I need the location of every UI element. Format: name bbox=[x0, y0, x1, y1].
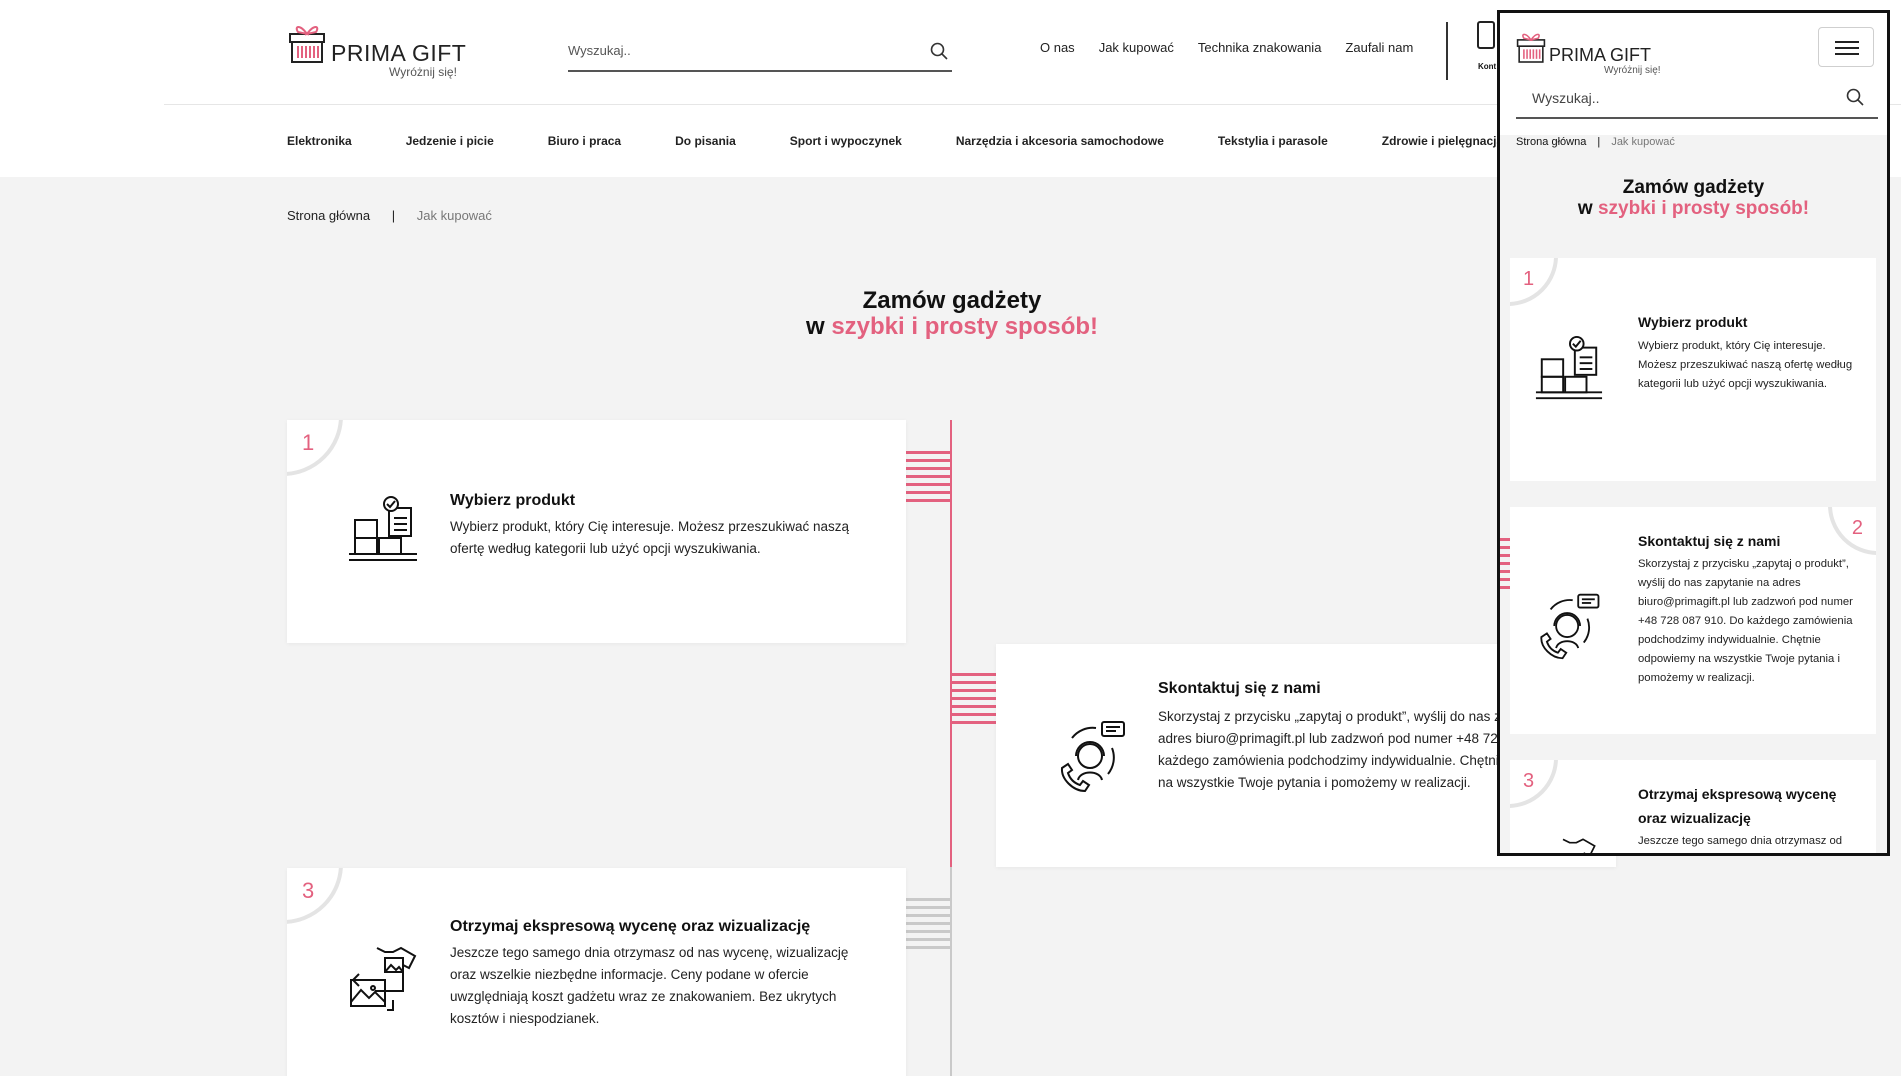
gift-logo-icon bbox=[289, 26, 325, 63]
step-number: 1 bbox=[302, 430, 315, 455]
search-bar bbox=[568, 32, 952, 72]
support-agent-icon bbox=[1540, 593, 1600, 660]
category-navigation: Elektronika Jedzenie i picie Biuro i pra… bbox=[287, 134, 1557, 148]
breadcrumb-separator: | bbox=[391, 208, 396, 223]
boxes-checklist-icon bbox=[1535, 335, 1603, 400]
timeline-connector-3 bbox=[906, 898, 950, 954]
nav-link-marking-technique[interactable]: Technika znakowania bbox=[1198, 40, 1322, 55]
breadcrumb: Strona główna | Jak kupować bbox=[287, 208, 492, 223]
step-description: Wybierz produkt, który Cię interesuje. M… bbox=[450, 519, 850, 556]
search-icon[interactable] bbox=[930, 42, 948, 60]
step-title: Wybierz produkt bbox=[450, 492, 576, 509]
hamburger-menu-button[interactable] bbox=[1818, 27, 1874, 67]
category-electronics[interactable]: Elektronika bbox=[287, 134, 352, 148]
breadcrumb-separator: | bbox=[1597, 136, 1601, 148]
search-input[interactable] bbox=[568, 32, 908, 68]
step-card-1: 1 Wybierz produkt Wybierz produkt, który… bbox=[287, 420, 906, 643]
step-description: Jeszcze tego samego dnia otrzymasz od na… bbox=[450, 945, 849, 1026]
timeline-connector-1 bbox=[906, 451, 950, 507]
header-divider bbox=[1446, 22, 1448, 80]
step-number: 3 bbox=[302, 878, 315, 903]
step-corner-decoration bbox=[287, 868, 343, 924]
support-agent-icon bbox=[1060, 721, 1125, 793]
mobile-search-bar bbox=[1516, 79, 1878, 119]
breadcrumb-home[interactable]: Strona główna bbox=[1516, 136, 1586, 148]
category-food-drink[interactable]: Jedzenie i picie bbox=[406, 134, 494, 148]
timeline-connector-2 bbox=[952, 673, 996, 729]
brand-name: PRIMA GIFT bbox=[331, 40, 467, 66]
tshirt-image-icon bbox=[1562, 838, 1596, 853]
page-title-highlight: szybki i prosty sposób! bbox=[831, 313, 1099, 340]
category-textiles-umbrellas[interactable]: Tekstylia i parasole bbox=[1218, 134, 1328, 148]
mobile-brand-name: PRIMA GIFT bbox=[1549, 45, 1652, 65]
gift-logo-icon bbox=[1516, 33, 1546, 63]
mobile-step-card-3: 3 Otrzymaj ekspresową wycenę oraz wizual… bbox=[1510, 760, 1876, 853]
step-title: Skontaktuj się z nami bbox=[1158, 680, 1321, 697]
page-title-line1: Zamów gadżety bbox=[862, 287, 1042, 314]
mobile-brand-logo[interactable]: PRIMA GIFT Wyróżnij się! bbox=[1516, 21, 1696, 76]
nav-link-about[interactable]: O nas bbox=[1040, 40, 1075, 55]
category-tools-car[interactable]: Narzędzia i akcesoria samochodowe bbox=[956, 134, 1164, 148]
contact-label: Kont bbox=[1478, 62, 1497, 71]
nav-link-how-to-buy[interactable]: Jak kupować bbox=[1099, 40, 1174, 55]
contact-button[interactable]: Kont bbox=[1476, 20, 1496, 71]
category-sport-leisure[interactable]: Sport i wypoczynek bbox=[790, 134, 902, 148]
mobile-brand-tagline: Wyróżnij się! bbox=[1604, 65, 1661, 76]
step-title: Wybierz produkt bbox=[1638, 314, 1748, 330]
mobile-header: PRIMA GIFT Wyróżnij się! bbox=[1500, 13, 1887, 135]
category-writing[interactable]: Do pisania bbox=[675, 134, 736, 148]
step-title: Otrzymaj ekspresową wycenę oraz wizualiz… bbox=[450, 918, 811, 935]
category-health-care[interactable]: Zdrowie i pielęgnacja bbox=[1382, 134, 1503, 148]
page-title-line1: Zamów gadżety bbox=[1622, 177, 1765, 198]
step-card-3: 3 Otrzymaj ekspresową wycenę oraz wizual… bbox=[287, 868, 906, 1076]
nav-link-trusted-us[interactable]: Zaufali nam bbox=[1345, 40, 1413, 55]
mobile-breadcrumb: Strona główna | Jak kupować bbox=[1516, 136, 1675, 148]
page-title-highlight: szybki i prosty sposób! bbox=[1597, 198, 1810, 219]
tshirt-image-icon bbox=[350, 946, 417, 1011]
mobile-step-card-2: 2 Skontaktuj się z nami Skorzystaj z prz… bbox=[1510, 507, 1876, 734]
mobile-page-title: Zamów gadżety w szybki i prosty sposób! bbox=[1500, 177, 1887, 219]
step-description: Jeszcze tego samego dnia otrzymasz od na… bbox=[1638, 835, 1843, 847]
search-icon[interactable] bbox=[1846, 88, 1864, 106]
contact-icon bbox=[1477, 21, 1495, 49]
mobile-search-input[interactable] bbox=[1532, 83, 1832, 113]
breadcrumb-current: Jak kupować bbox=[1611, 136, 1675, 148]
timeline-progress-line bbox=[950, 420, 952, 867]
step-corner-decoration bbox=[287, 420, 343, 476]
step-number: 1 bbox=[1523, 268, 1535, 290]
breadcrumb-current: Jak kupować bbox=[416, 208, 492, 223]
mobile-step-card-1: 1 Wybierz produkt Wybierz produkt, który… bbox=[1510, 258, 1876, 481]
mobile-preview: PRIMA GIFT Wyróżnij się! Strona główna |… bbox=[1497, 10, 1890, 856]
top-navigation: O nas Jak kupować Technika znakowania Za… bbox=[1040, 40, 1413, 55]
step-title: Skontaktuj się z nami bbox=[1638, 533, 1781, 549]
page-title-prefix: w bbox=[805, 313, 825, 340]
brand-tagline: Wyróżnij się! bbox=[389, 65, 457, 79]
category-office-work[interactable]: Biuro i praca bbox=[548, 134, 621, 148]
page-title-prefix: w bbox=[1577, 198, 1593, 219]
step-number: 3 bbox=[1523, 770, 1535, 792]
hamburger-icon bbox=[1835, 41, 1859, 43]
step-description: Wybierz produkt, który Cię interesuje. M… bbox=[1638, 340, 1853, 390]
breadcrumb-home[interactable]: Strona główna bbox=[287, 208, 370, 223]
page-title: Zamów gadżety w szybki i prosty sposób! bbox=[700, 288, 1204, 340]
step-title: Otrzymaj ekspresową wycenę oraz wizualiz… bbox=[1638, 786, 1837, 826]
step-description: Skorzystaj z przycisku „zapytaj o produk… bbox=[1638, 558, 1853, 684]
boxes-checklist-icon bbox=[349, 496, 417, 561]
brand-logo[interactable]: PRIMA GIFT Wyróżnij się! bbox=[288, 22, 478, 82]
